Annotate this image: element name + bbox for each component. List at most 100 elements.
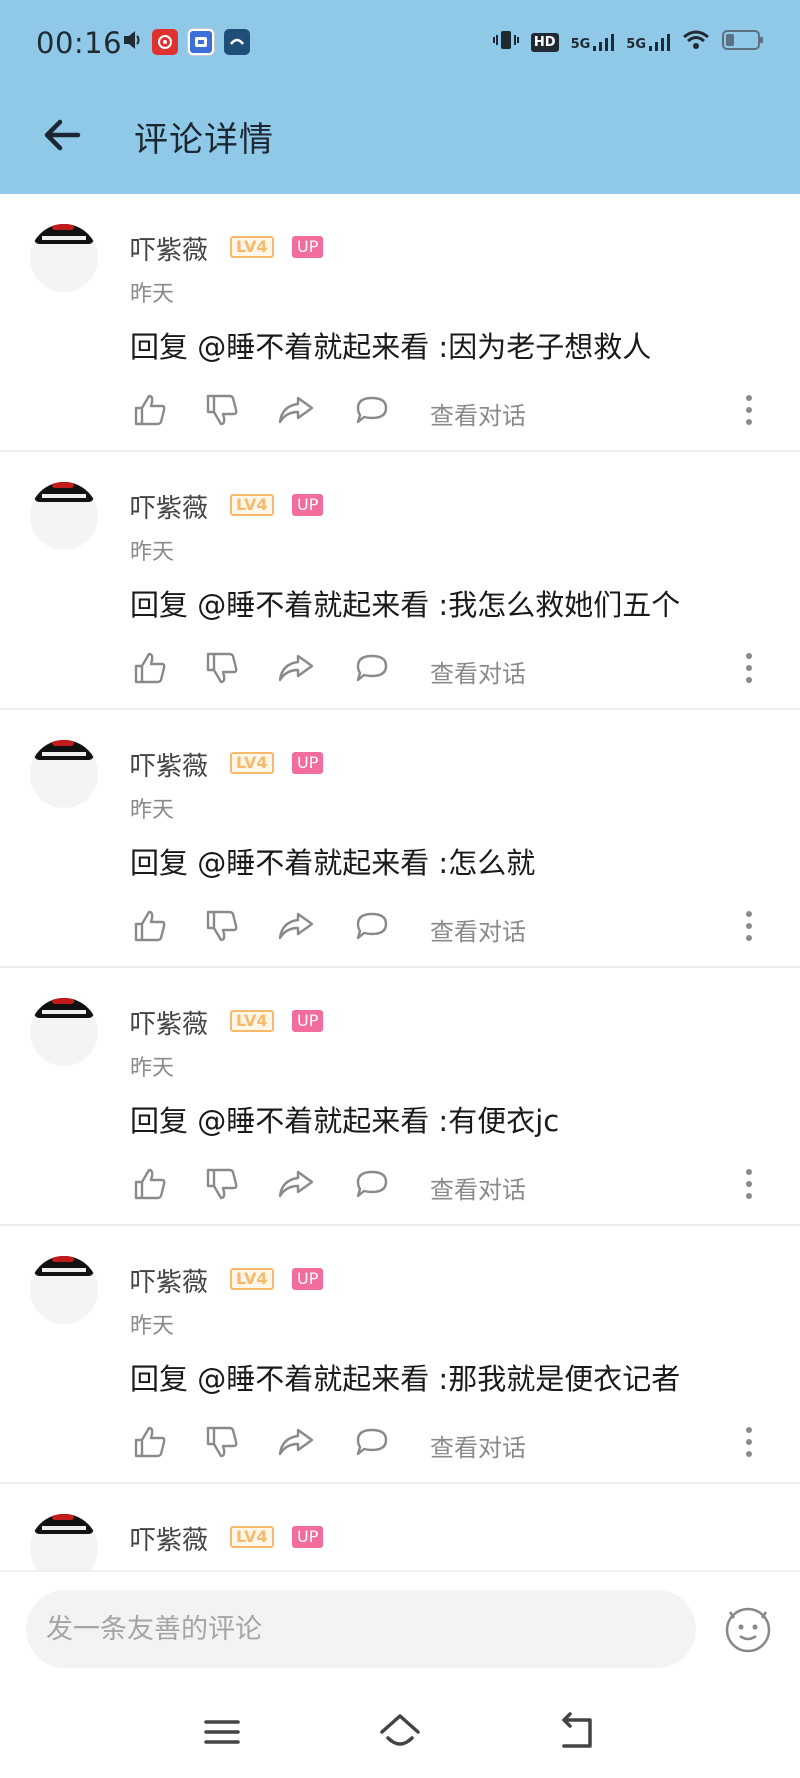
- thumbs-down-icon: [206, 1168, 238, 1200]
- dislike-button[interactable]: [202, 1164, 242, 1204]
- comment-bubble-icon: [356, 396, 388, 424]
- 5g-signal-icon: 5G: [626, 32, 670, 52]
- comment-content[interactable]: 回复 @睡不着就起来看 :那我就是便衣记者: [130, 1356, 680, 1398]
- dislike-button[interactable]: [202, 390, 242, 430]
- reply-button[interactable]: [352, 906, 392, 946]
- comment-bubble-icon: [356, 1428, 388, 1456]
- more-button[interactable]: [734, 1424, 764, 1460]
- share-button[interactable]: [276, 1422, 316, 1462]
- comment-bubble-icon: [356, 912, 388, 940]
- hd-icon: HD: [530, 32, 559, 52]
- comment-list[interactable]: 吓紫薇 LV4 UP 昨天 回复 @睡不着就起来看 :因为老子想救人 查看对话: [0, 194, 800, 1570]
- share-button[interactable]: [276, 906, 316, 946]
- reply-button[interactable]: [352, 648, 392, 688]
- comment-content[interactable]: 回复 @睡不着就起来看 :有便衣jc: [130, 1098, 559, 1140]
- signal-label: 5G: [570, 37, 591, 52]
- comment-item: 吓紫薇 LV4 UP 昨天 回复 @睡不着就起来看 :因为老子想救人 查看对话: [0, 194, 800, 452]
- thumbs-up-icon: [134, 652, 166, 684]
- like-button[interactable]: [130, 648, 170, 688]
- more-vertical-icon: [746, 653, 752, 683]
- like-button[interactable]: [130, 906, 170, 946]
- comment-content[interactable]: 回复 @睡不着就起来看 :我怎么救她们五个: [130, 582, 680, 624]
- dislike-button[interactable]: [202, 648, 242, 688]
- comment-actions: 查看对话: [130, 390, 780, 434]
- comment-time: 昨天: [130, 540, 175, 565]
- comment-content[interactable]: 回复 @睡不着就起来看 :因为老子想救人: [130, 324, 651, 366]
- netease-music-icon: [152, 29, 178, 55]
- thumbs-down-icon: [206, 652, 238, 684]
- menu-icon: [204, 1720, 240, 1744]
- reply-button[interactable]: [352, 1164, 392, 1204]
- comment-username[interactable]: 吓紫薇: [130, 1004, 208, 1041]
- arrow-left-icon: [44, 119, 81, 151]
- view-conversation-link[interactable]: 查看对话: [430, 1170, 526, 1205]
- home-button[interactable]: [378, 1710, 422, 1754]
- comment-time: 昨天: [130, 282, 175, 307]
- dislike-button[interactable]: [202, 906, 242, 946]
- avatar[interactable]: [30, 1256, 98, 1324]
- comment-item: 吓紫薇 LV4 UP: [0, 1484, 800, 1570]
- status-left-icons: [122, 29, 250, 55]
- avatar[interactable]: [30, 998, 98, 1066]
- level-badge: LV4: [230, 1010, 274, 1032]
- share-button[interactable]: [276, 1164, 316, 1204]
- comment-username[interactable]: 吓紫薇: [130, 746, 208, 783]
- avatar[interactable]: [30, 482, 98, 550]
- more-button[interactable]: [734, 392, 764, 428]
- avatar[interactable]: [30, 740, 98, 808]
- comment-time: 昨天: [130, 1056, 175, 1081]
- return-icon: [562, 1712, 592, 1748]
- avatar-hat-top: [52, 740, 74, 746]
- avatar-hat-top: [52, 1514, 74, 1520]
- comment-item: 吓紫薇 LV4 UP 昨天 回复 @睡不着就起来看 :怎么就 查看对话: [0, 710, 800, 968]
- reply-button[interactable]: [352, 390, 392, 430]
- level-badge: LV4: [230, 236, 274, 258]
- level-badge: LV4: [230, 1526, 274, 1548]
- view-conversation-link[interactable]: 查看对话: [430, 912, 526, 947]
- comment-actions: 查看对话: [130, 906, 780, 950]
- tieba-icon: [188, 29, 214, 55]
- comment-username[interactable]: 吓紫薇: [130, 1262, 208, 1299]
- avatar-hat-band: [42, 1526, 86, 1530]
- comment-username[interactable]: 吓紫薇: [130, 230, 208, 267]
- emoji-icon: [725, 1607, 771, 1653]
- avatar-hat-top: [52, 1256, 74, 1262]
- avatar[interactable]: [30, 224, 98, 292]
- share-button[interactable]: [276, 648, 316, 688]
- up-badge: UP: [292, 1526, 324, 1548]
- back-button[interactable]: [38, 110, 88, 160]
- comment-input[interactable]: [26, 1590, 696, 1668]
- comment-username[interactable]: 吓紫薇: [130, 488, 208, 525]
- avatar[interactable]: [30, 1514, 98, 1570]
- comment-content[interactable]: 回复 @睡不着就起来看 :怎么就: [130, 840, 535, 882]
- thumbs-down-icon: [206, 394, 238, 426]
- like-button[interactable]: [130, 1422, 170, 1462]
- vibrate-icon: [492, 28, 519, 56]
- up-badge: UP: [292, 236, 324, 258]
- emoji-button[interactable]: [724, 1606, 772, 1654]
- like-button[interactable]: [130, 390, 170, 430]
- status-bar: 00:16 HD 5G 5G: [0, 0, 800, 84]
- view-conversation-link[interactable]: 查看对话: [430, 1428, 526, 1463]
- view-conversation-link[interactable]: 查看对话: [430, 396, 526, 431]
- home-icon: [380, 1714, 420, 1746]
- view-conversation-link[interactable]: 查看对话: [430, 654, 526, 689]
- like-button[interactable]: [130, 1164, 170, 1204]
- more-button[interactable]: [734, 1166, 764, 1202]
- back-nav-button[interactable]: [556, 1710, 600, 1754]
- app-icon: [224, 29, 250, 55]
- menu-button[interactable]: [200, 1710, 244, 1754]
- comment-username[interactable]: 吓紫薇: [130, 1520, 208, 1557]
- top-bar: 00:16 HD 5G 5G 评论详情: [0, 0, 800, 194]
- comment-item: 吓紫薇 LV4 UP 昨天 回复 @睡不着就起来看 :那我就是便衣记者 查看对话: [0, 1226, 800, 1484]
- level-badge: LV4: [230, 1268, 274, 1290]
- reply-button[interactable]: [352, 1422, 392, 1462]
- dislike-button[interactable]: [202, 1422, 242, 1462]
- more-button[interactable]: [734, 908, 764, 944]
- avatar-hat-band: [42, 236, 86, 240]
- battery-icon: [722, 28, 764, 56]
- share-button[interactable]: [276, 390, 316, 430]
- more-button[interactable]: [734, 650, 764, 686]
- level-badge: LV4: [230, 752, 274, 774]
- wifi-icon: [682, 29, 710, 55]
